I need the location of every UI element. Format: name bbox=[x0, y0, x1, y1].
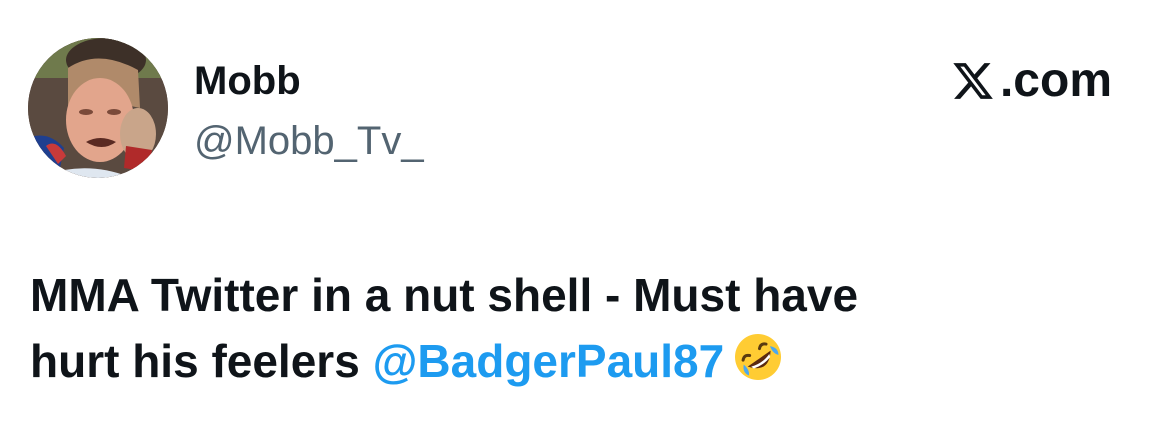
author-avatar[interactable] bbox=[28, 38, 168, 178]
rolling-on-floor-laughing-emoji-icon bbox=[732, 331, 784, 383]
avatar-photo bbox=[28, 38, 168, 178]
x-com-watermark: .com bbox=[950, 56, 1112, 106]
tweet-text: MMA Twitter in a nut shell - Must have h… bbox=[30, 262, 1140, 394]
tweet-text-line-1: MMA Twitter in a nut shell - Must have bbox=[30, 269, 859, 321]
author-handle[interactable]: @Mobb_Tv_ bbox=[194, 118, 424, 164]
author-display-name[interactable]: Mobb bbox=[194, 58, 301, 104]
mention-link[interactable]: @BadgerPaul87 bbox=[373, 335, 725, 387]
brand-domain: .com bbox=[999, 54, 1112, 107]
x-logo-icon bbox=[953, 63, 993, 99]
tweet-card: Mobb @Mobb_Tv_ .com MMA Twitter in a nut… bbox=[0, 0, 1170, 441]
tweet-text-line-2: hurt his feelers bbox=[30, 335, 373, 387]
